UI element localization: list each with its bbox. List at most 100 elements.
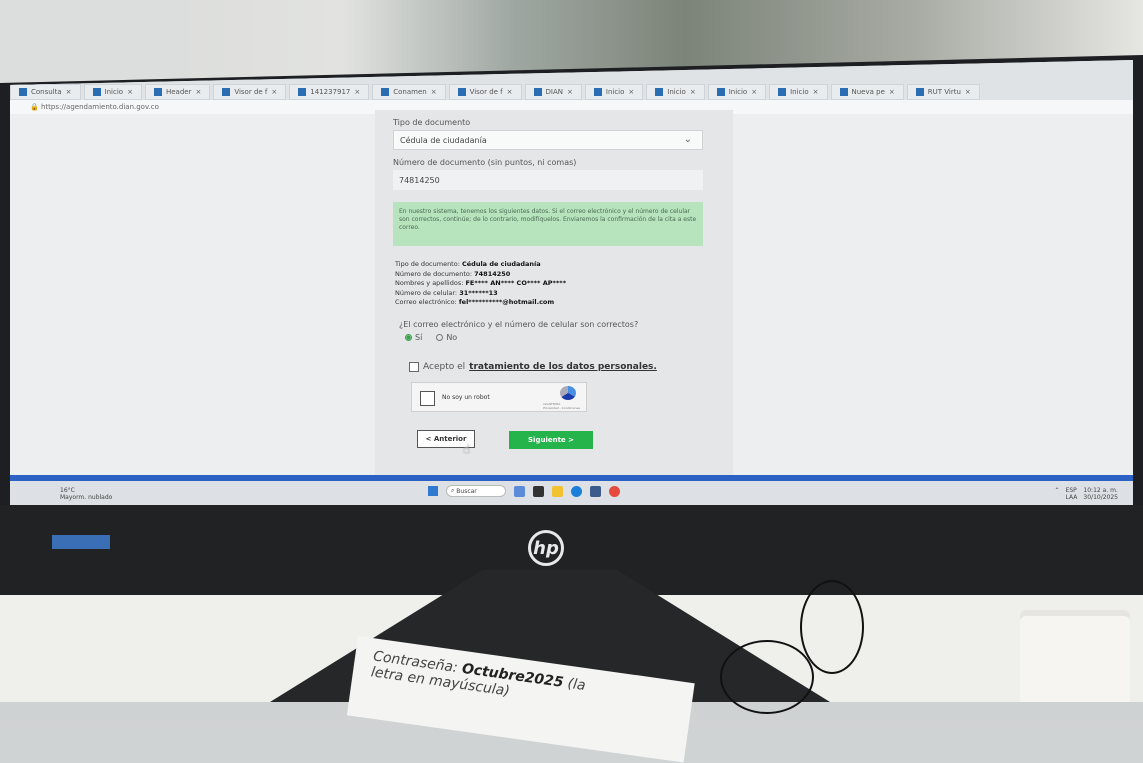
browser-tab[interactable]: Consulta ×: [10, 84, 81, 100]
close-tab-icon[interactable]: ×: [690, 88, 696, 96]
note-suffix: (la: [566, 675, 587, 695]
captcha-terms: Privacidad - Condiciones: [543, 406, 580, 410]
tab-favicon-icon: [533, 88, 542, 96]
taskbar-search[interactable]: ⌕ Buscar: [446, 485, 506, 497]
info-numero-label: Número de documento:: [395, 269, 473, 278]
browser-tab[interactable]: 141237917 ×: [289, 84, 370, 100]
browser-tab[interactable]: Visor de f ×: [213, 84, 287, 100]
next-button[interactable]: Siguiente >: [509, 431, 593, 449]
tab-label: Inicio: [667, 88, 686, 96]
info-correo-value: fel**********@hotmail.com: [458, 298, 555, 306]
file-explorer-icon[interactable]: [552, 485, 563, 497]
browser-tab[interactable]: Visor de f ×: [448, 84, 522, 100]
info-correo-label: Correo electrónico:: [395, 298, 457, 306]
close-tab-icon[interactable]: ×: [965, 88, 971, 96]
confirm-question: ¿El correo electrónico y el número de ce…: [399, 320, 639, 329]
info-numero-value: 74814250: [474, 269, 511, 278]
tab-favicon-icon: [153, 88, 162, 96]
hand-cursor-icon: ☝: [463, 442, 471, 456]
tab-label: Inicio: [605, 88, 625, 96]
accept-terms: Acepto el tratamiento de los datos perso…: [409, 362, 657, 372]
close-tab-icon[interactable]: ×: [431, 88, 437, 96]
accept-checkbox[interactable]: [409, 362, 419, 372]
white-cup: [1020, 610, 1130, 702]
system-tray: ⌃ ESP LAA 10:12 a. m. 30/10/2025: [1055, 487, 1118, 501]
info-celular-label: Número de celular:: [395, 288, 458, 297]
lang-indicator[interactable]: ESP LAA: [1066, 487, 1078, 501]
browser-tab[interactable]: Conamen ×: [372, 84, 446, 100]
info-celular-value: 31******13: [459, 288, 498, 297]
tab-favicon-icon: [457, 88, 466, 96]
background-wall: [0, 0, 190, 90]
close-tab-icon[interactable]: ×: [271, 88, 277, 96]
tab-label: DIAN: [545, 88, 563, 96]
doc-type-value: Cédula de ciudadanía: [400, 135, 487, 145]
browser-tab[interactable]: Inicio ×: [646, 84, 705, 100]
tab-label: Inicio: [104, 88, 124, 96]
close-tab-icon[interactable]: ×: [751, 88, 757, 96]
tab-favicon-icon: [593, 88, 602, 96]
clock[interactable]: 10:12 a. m. 30/10/2025: [1083, 487, 1118, 501]
cable: [800, 580, 864, 674]
close-tab-icon[interactable]: ×: [507, 88, 513, 96]
radio-yes[interactable]: Sí: [405, 333, 422, 342]
close-tab-icon[interactable]: ×: [628, 88, 634, 96]
close-tab-icon[interactable]: ×: [195, 88, 201, 96]
doc-type-select[interactable]: Cédula de ciudadanía ⌄: [393, 130, 703, 150]
appointment-form: Tipo de documento Cédula de ciudadanía ⌄…: [375, 110, 733, 480]
close-tab-icon[interactable]: ×: [567, 88, 573, 96]
close-tab-icon[interactable]: ×: [889, 88, 895, 96]
tab-favicon-icon: [222, 88, 231, 96]
chrome-icon[interactable]: [609, 485, 620, 497]
browser-tab[interactable]: Inicio ×: [707, 84, 767, 100]
tab-label: Conamen: [393, 88, 427, 96]
user-info: Tipo de documento: Cédula de ciudadanía …: [395, 260, 566, 308]
radio-no-label: No: [446, 333, 458, 342]
store-icon[interactable]: [590, 485, 601, 497]
tab-label: Inicio: [790, 88, 809, 96]
doc-number-label: Número de documento (sin puntos, ni coma…: [393, 158, 577, 167]
chevron-up-icon[interactable]: ⌃: [1055, 487, 1060, 501]
tab-favicon-icon: [655, 88, 664, 96]
widgets-icon[interactable]: [533, 485, 544, 497]
tab-favicon-icon: [381, 88, 390, 96]
browser-tab[interactable]: RUT Virtu ×: [906, 84, 980, 100]
captcha-label: No soy un robot: [442, 394, 490, 401]
radio-no[interactable]: No: [436, 333, 457, 342]
close-tab-icon[interactable]: ×: [66, 88, 72, 96]
radio-yes-label: Sí: [415, 333, 423, 342]
edge-browser-icon[interactable]: [571, 485, 582, 497]
browser-tab[interactable]: Nueva pe ×: [830, 84, 904, 100]
clock-time: 10:12 a. m.: [1083, 487, 1118, 494]
info-nombres-label: Nombres y apellidos:: [395, 279, 464, 287]
close-tab-icon[interactable]: ×: [813, 88, 819, 96]
doc-number-input[interactable]: 74814250: [393, 170, 703, 190]
captcha-checkbox[interactable]: [420, 391, 435, 406]
info-tipo-label: Tipo de documento:: [395, 260, 460, 268]
browser-tab[interactable]: Inicio ×: [769, 84, 828, 100]
browser-tab[interactable]: DIAN ×: [524, 84, 582, 100]
browser-tab[interactable]: Inicio ×: [83, 84, 142, 100]
tab-label: Header: [165, 88, 192, 96]
info-alert: En nuestro sistema, tenemos los siguient…: [393, 202, 703, 246]
radio-empty-icon: [436, 334, 444, 341]
info-tipo-value: Cédula de ciudadanía: [461, 260, 541, 268]
tab-label: Nueva pe: [851, 88, 885, 96]
close-tab-icon[interactable]: ×: [127, 88, 133, 96]
accept-prefix: Acepto el: [423, 362, 466, 372]
privacy-link[interactable]: tratamiento de los datos personales.: [469, 362, 657, 372]
task-view-icon[interactable]: [514, 485, 525, 497]
info-nombres-value: FE**** AN**** CO**** AP****: [465, 279, 567, 287]
doc-number-value: 74814250: [399, 175, 440, 185]
browser-tab[interactable]: Inicio ×: [584, 84, 644, 100]
captcha-brand: reCAPTCHA Privacidad - Condiciones: [543, 402, 580, 410]
weather-widget[interactable]: 16°C Mayorm. nublado: [60, 487, 112, 501]
url-text: https://agendamiento.dian.gov.co: [40, 103, 159, 111]
taskbar-apps: ⌕ Buscar: [428, 485, 620, 497]
close-tab-icon[interactable]: ×: [354, 88, 360, 96]
windows-start-icon[interactable]: [428, 486, 438, 496]
confirm-radio-group: Sí No: [405, 333, 457, 342]
browser-tab[interactable]: Header ×: [144, 84, 211, 100]
tab-favicon-icon: [915, 88, 924, 96]
tab-label: Consulta: [31, 88, 62, 96]
